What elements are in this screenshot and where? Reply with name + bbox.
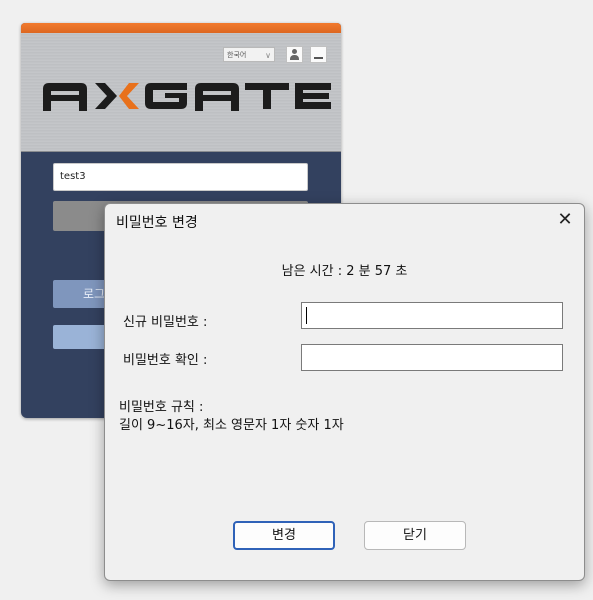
new-password-label: 신규 비밀번호 : xyxy=(123,315,208,330)
username-field[interactable]: test3 xyxy=(53,163,308,191)
language-select-value: 한국어 xyxy=(227,51,247,59)
login-header: 한국어 ∨ xyxy=(21,33,341,152)
change-password-dialog: 비밀번호 변경 ✕ 남은 시간 : 2 분 57 초 신규 비밀번호 : 비밀번… xyxy=(104,203,585,581)
dialog-title: 비밀번호 변경 xyxy=(116,215,198,231)
language-select[interactable]: 한국어 ∨ xyxy=(223,47,275,62)
chevron-down-icon: ∨ xyxy=(265,51,271,60)
confirm-password-field[interactable] xyxy=(301,344,563,371)
user-button[interactable] xyxy=(286,46,303,63)
remaining-time: 남은 시간 : 2 분 57 초 xyxy=(281,264,408,279)
password-rules-title: 비밀번호 규칙 : xyxy=(119,400,204,415)
change-button[interactable]: 변경 xyxy=(233,521,335,550)
minimize-button[interactable] xyxy=(310,46,327,63)
confirm-password-label: 비밀번호 확인 : xyxy=(123,353,208,368)
close-icon[interactable]: ✕ xyxy=(554,209,576,231)
minimize-icon xyxy=(314,57,323,59)
close-button[interactable]: 닫기 xyxy=(364,521,466,550)
axgate-logo xyxy=(43,83,331,111)
user-icon xyxy=(290,49,299,60)
text-cursor xyxy=(306,307,307,324)
new-password-field[interactable] xyxy=(301,302,563,329)
password-rules-text: 길이 9~16자, 최소 영문자 1자 숫자 1자 xyxy=(119,418,344,433)
